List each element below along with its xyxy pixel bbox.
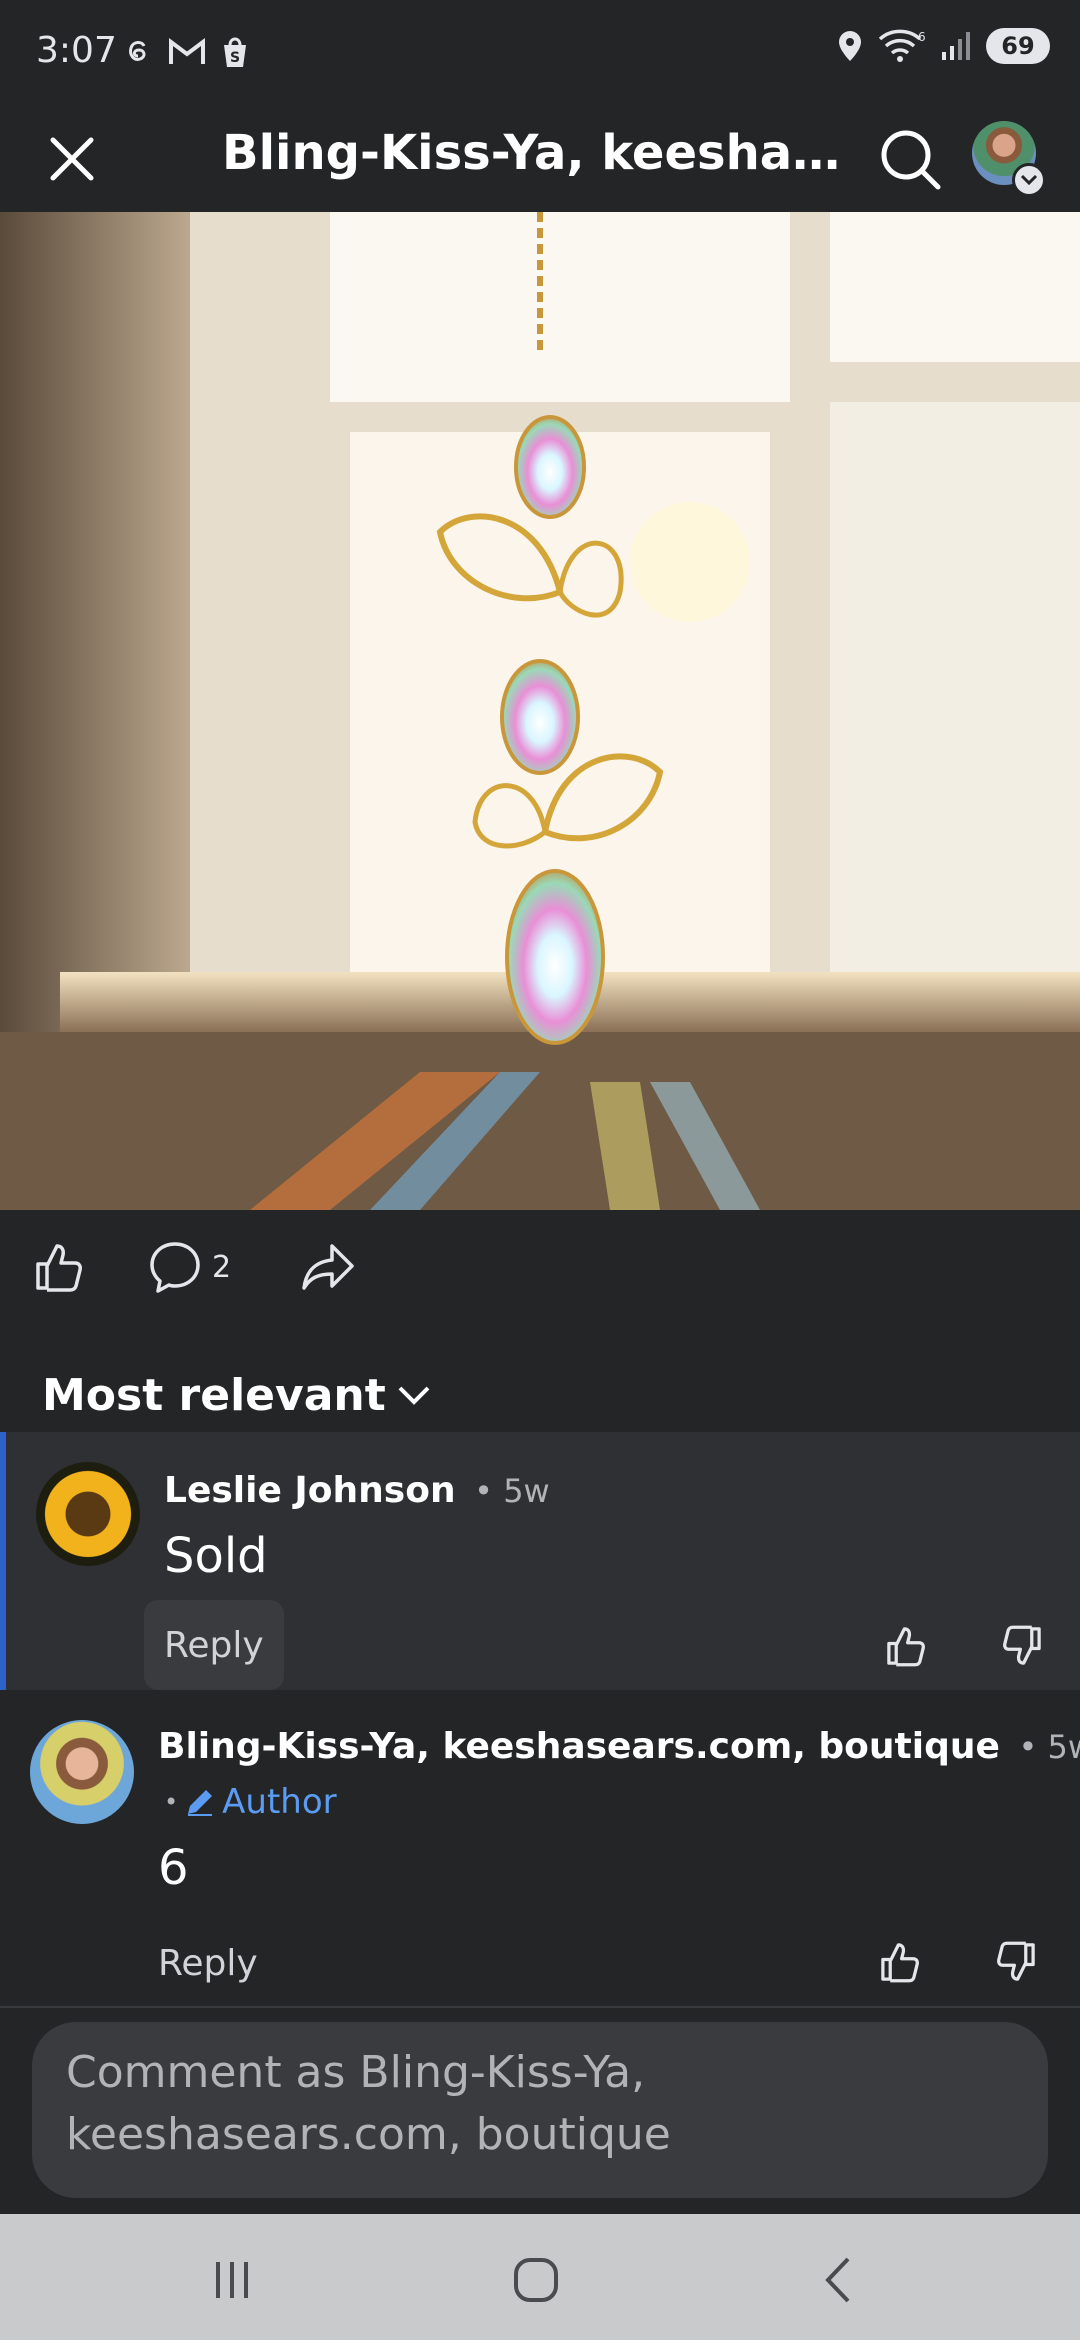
location-icon [839, 31, 861, 61]
comment-time: • 5w [1018, 1728, 1080, 1766]
comment-author-line: Bling-Kiss-Ya, keeshasears.com, boutique… [158, 1726, 1080, 1767]
notification-icons: S [122, 30, 250, 74]
search-button[interactable] [876, 125, 946, 195]
signal-icon [942, 32, 970, 60]
reply-button[interactable]: Reply [144, 1600, 284, 1690]
home-button[interactable] [506, 2250, 566, 2310]
back-icon [825, 2257, 850, 2303]
downvote-button[interactable] [992, 1616, 1052, 1676]
comment-text: 6 [158, 1840, 189, 1896]
close-icon [50, 137, 94, 181]
chevron-down-icon [1020, 174, 1038, 186]
upvote-button[interactable] [876, 1616, 936, 1676]
thumbs-up-icon [881, 1943, 919, 1983]
status-time: 3:07 [36, 30, 117, 71]
svg-text:6: 6 [918, 30, 926, 44]
upvote-button[interactable] [870, 1932, 930, 1992]
comment-input[interactable]: Comment as Bling-Kiss-Ya, keeshasears.co… [32, 2022, 1048, 2198]
pencil-icon [188, 1790, 213, 1816]
thumbs-up-icon [36, 1244, 82, 1292]
status-bar: 3:07 S 6 69 [0, 0, 1080, 105]
sort-label: Most relevant [42, 1370, 386, 1421]
threads-icon [129, 41, 146, 61]
comment-author-line: Leslie Johnson • 5w [164, 1470, 550, 1511]
app-bar: Bling-Kiss-Ya, keeshasears.com, boutique [0, 105, 1080, 212]
back-button[interactable] [808, 2250, 868, 2310]
comment-count: 2 [212, 1249, 232, 1285]
recent-apps-icon [216, 2262, 248, 2298]
comment-time: • 5w [474, 1472, 550, 1510]
share-button[interactable] [300, 1240, 356, 1294]
system-icons: 6 69 [836, 28, 1050, 64]
system-nav-bar [0, 2214, 1080, 2340]
page-title: Bling-Kiss-Ya, keeshasears.com, boutique [222, 125, 852, 181]
thumbs-down-icon [997, 1941, 1035, 1981]
comment-author[interactable]: Bling-Kiss-Ya, keeshasears.com, boutique [158, 1726, 1000, 1767]
comment-author[interactable]: Leslie Johnson [164, 1470, 456, 1511]
author-badge: • Author [164, 1782, 337, 1822]
comment-item: Leslie Johnson • 5w Sold Reply [0, 1432, 1080, 1690]
thumbs-up-icon [887, 1627, 925, 1667]
close-button[interactable] [40, 127, 104, 191]
gmail-icon [169, 38, 205, 64]
suncatcher-image [0, 212, 1080, 1210]
thumbs-down-icon [1003, 1625, 1041, 1665]
comment-sort-dropdown[interactable]: Most relevant [42, 1370, 432, 1421]
post-actions: 2 [0, 1210, 1080, 1330]
chevron-down-badge [1012, 163, 1046, 197]
like-button[interactable] [32, 1240, 86, 1294]
comment-icon [150, 1242, 200, 1293]
commenter-avatar[interactable] [36, 1462, 140, 1566]
chevron-down-icon [398, 1386, 430, 1405]
commenter-avatar[interactable] [30, 1720, 134, 1824]
comment-item: Bling-Kiss-Ya, keeshasears.com, boutique… [0, 1690, 1080, 2008]
search-icon [881, 130, 941, 190]
comment-button[interactable]: 2 [148, 1240, 231, 1294]
profile-switcher-button[interactable] [972, 121, 1046, 197]
comment-text: Sold [164, 1528, 268, 1584]
post-photo[interactable] [0, 212, 1080, 1210]
author-badge-label: Author [222, 1782, 337, 1822]
reply-button[interactable]: Reply [142, 1918, 274, 2008]
recent-apps-button[interactable] [202, 2250, 262, 2310]
share-icon [302, 1244, 354, 1290]
home-icon [514, 2258, 558, 2302]
wifi-icon: 6 [878, 29, 926, 62]
downvote-button[interactable] [986, 1932, 1046, 1992]
svg-text:S: S [230, 50, 240, 66]
badge-separator: • [164, 1788, 179, 1816]
shopify-icon: S [224, 37, 246, 67]
battery-indicator: 69 [986, 28, 1050, 64]
